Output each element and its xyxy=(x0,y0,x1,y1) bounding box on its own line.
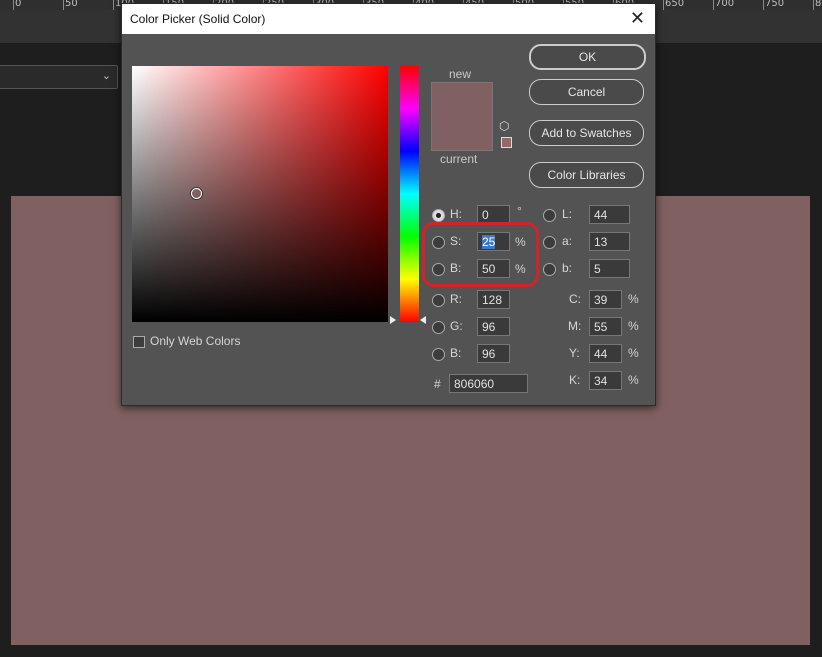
dialog-titlebar: Color Picker (Solid Color) ✕ xyxy=(122,4,655,34)
highlight-annotation xyxy=(422,222,539,287)
close-icon[interactable]: ✕ xyxy=(630,8,645,29)
color-libraries-button[interactable]: Color Libraries xyxy=(529,162,644,188)
k-input[interactable]: 34 xyxy=(589,371,622,390)
blue-label: B: xyxy=(450,346,462,360)
ruler-label: 650 xyxy=(665,0,685,9)
hex-input[interactable]: 806060 xyxy=(449,374,528,393)
ruler-tick xyxy=(663,0,664,10)
ruler-tick xyxy=(13,0,14,10)
lab-b-input[interactable]: 5 xyxy=(589,259,630,278)
blue-radio[interactable] xyxy=(432,348,445,361)
ok-button[interactable]: OK xyxy=(529,44,646,70)
c-unit: % xyxy=(628,292,639,306)
ruler-label: 800 xyxy=(815,0,822,9)
a-input[interactable]: 13 xyxy=(589,232,630,251)
g-input[interactable]: 96 xyxy=(477,317,510,336)
add-to-swatches-button[interactable]: Add to Swatches xyxy=(529,120,644,146)
h-label: H: xyxy=(450,207,462,221)
y-input[interactable]: 44 xyxy=(589,344,622,363)
color-field[interactable] xyxy=(132,66,388,322)
web-safe-cube-icon[interactable]: ⬡ xyxy=(499,119,509,133)
c-label: C: xyxy=(569,292,581,306)
r-radio[interactable] xyxy=(432,294,445,307)
ruler-label: 750 xyxy=(765,0,785,9)
ruler-tick xyxy=(113,0,114,10)
k-unit: % xyxy=(628,373,639,387)
web-safe-swatch[interactable] xyxy=(501,137,512,148)
ruler-tick xyxy=(763,0,764,10)
k-label: K: xyxy=(569,373,581,387)
dialog-body: new current ⬡ OK Cancel Add to Swatches … xyxy=(122,34,655,405)
m-label: M: xyxy=(568,319,582,333)
l-input[interactable]: 44 xyxy=(589,205,630,224)
g-label: G: xyxy=(450,319,463,333)
h-radio[interactable] xyxy=(432,209,445,222)
h-unit: ° xyxy=(517,204,522,218)
color-picker-dialog: Color Picker (Solid Color) ✕ new current… xyxy=(121,3,656,406)
new-color-swatch xyxy=(431,82,493,117)
hue-slider-left-arrow[interactable] xyxy=(390,316,396,324)
ruler-tick xyxy=(713,0,714,10)
r-label: R: xyxy=(450,292,462,306)
ruler-tick xyxy=(63,0,64,10)
cancel-button[interactable]: Cancel xyxy=(529,79,644,105)
blue-input[interactable]: 96 xyxy=(477,344,510,363)
new-label: new xyxy=(449,67,472,81)
m-input[interactable]: 55 xyxy=(589,317,622,336)
chevron-down-icon: ⌄ xyxy=(101,70,111,82)
m-unit: % xyxy=(628,319,639,333)
g-radio[interactable] xyxy=(432,321,445,334)
a-label: a: xyxy=(562,234,573,248)
lab-b-label: b: xyxy=(562,261,573,275)
lab-b-radio[interactable] xyxy=(543,263,556,276)
ruler-label: 50 xyxy=(65,0,78,9)
y-label: Y: xyxy=(569,346,580,360)
ruler-tick xyxy=(813,0,814,10)
hue-slider[interactable] xyxy=(400,66,419,322)
a-radio[interactable] xyxy=(543,236,556,249)
ruler-label: 700 xyxy=(715,0,735,9)
r-input[interactable]: 128 xyxy=(477,290,510,309)
c-input[interactable]: 39 xyxy=(589,290,622,309)
current-label: current xyxy=(440,152,478,166)
only-web-colors-label: Only Web Colors xyxy=(150,334,241,348)
l-label: L: xyxy=(562,207,573,221)
hex-label: # xyxy=(434,377,441,391)
l-radio[interactable] xyxy=(543,209,556,222)
only-web-colors-checkbox[interactable] xyxy=(133,336,145,348)
ruler-label: 0 xyxy=(15,0,22,9)
y-unit: % xyxy=(628,346,639,360)
current-color-swatch[interactable] xyxy=(431,116,493,151)
hue-slider-right-arrow[interactable] xyxy=(420,316,426,324)
color-field-marker[interactable] xyxy=(191,188,202,199)
dialog-title: Color Picker (Solid Color) xyxy=(130,12,266,26)
options-dropdown[interactable]: ⌄ xyxy=(0,65,118,89)
